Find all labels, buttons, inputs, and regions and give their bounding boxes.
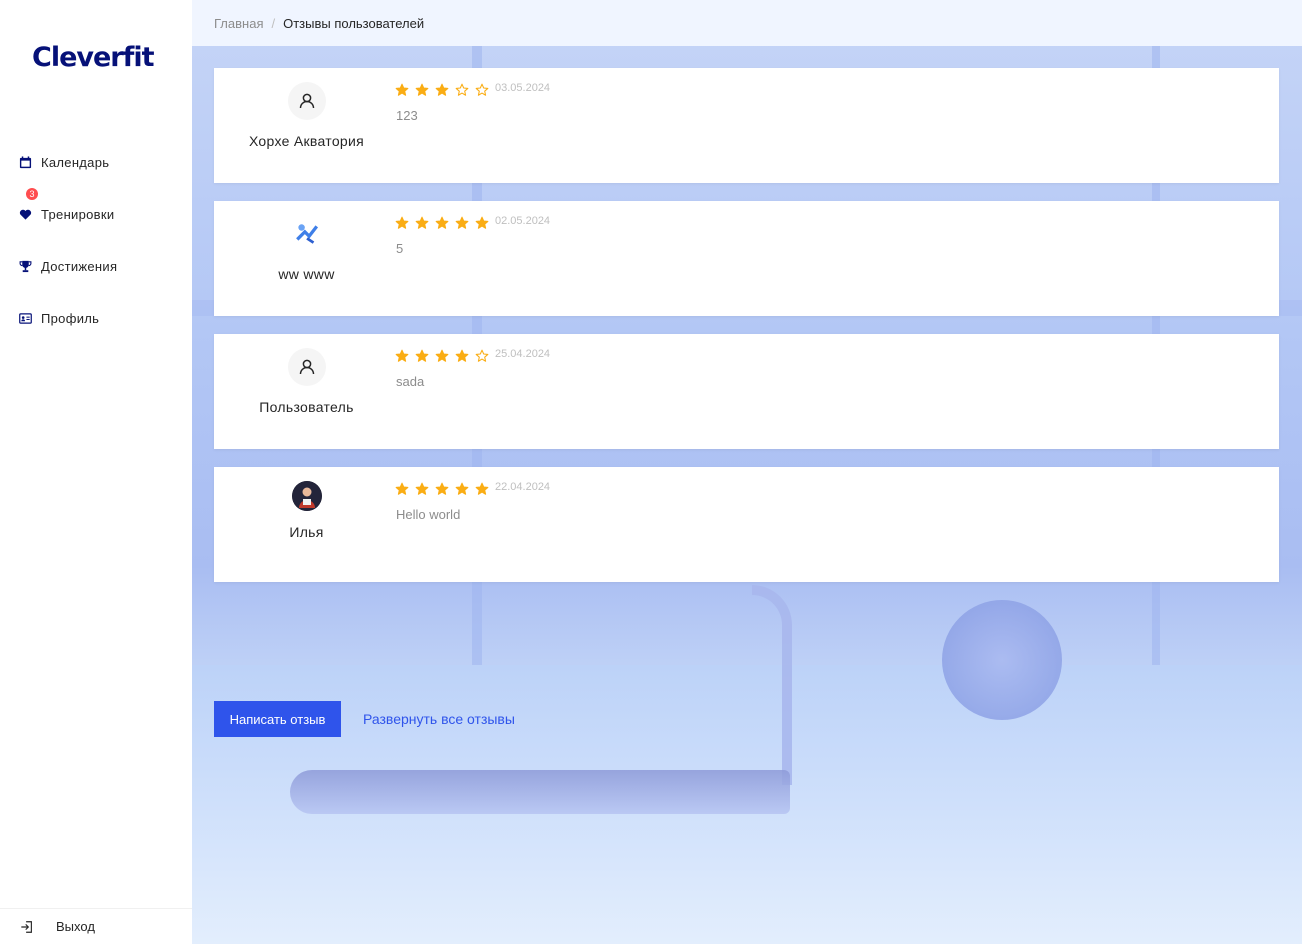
star-filled-icon xyxy=(435,482,449,495)
star-filled-icon xyxy=(435,83,449,96)
star-rating xyxy=(395,348,495,363)
review-author-name: Хорхе Акватория xyxy=(248,133,365,149)
sidebar-item-label: Профиль xyxy=(41,310,100,326)
star-filled-icon xyxy=(455,216,469,229)
idcard-icon xyxy=(18,311,32,325)
sidebar-item-label: Тренировки xyxy=(41,206,115,222)
review-author: Пользователь xyxy=(214,348,399,416)
star-filled-icon xyxy=(395,482,409,495)
review-actions: Написать отзыв Развернуть все отзывы xyxy=(214,701,515,737)
user-icon xyxy=(287,82,326,120)
review-date: 03.05.2024 xyxy=(495,82,551,94)
review-author: Илья xyxy=(214,481,399,541)
sidebar-nav: Календарь Тренировки 3 Достижения Профил… xyxy=(0,136,192,344)
sidebar-item-calendar[interactable]: Календарь xyxy=(0,136,192,188)
sidebar-item-label: Календарь xyxy=(41,154,110,170)
trophy-icon xyxy=(18,259,32,273)
breadcrumb-current: Отзывы пользователей xyxy=(283,15,425,31)
review-author-name: Пользователь xyxy=(259,399,354,415)
logout-button[interactable]: Выход xyxy=(0,908,192,944)
custom-avatar-icon xyxy=(288,215,326,253)
user-icon xyxy=(287,348,326,386)
review-author: ww www xyxy=(214,215,399,283)
heart-icon xyxy=(18,207,32,221)
review-date: 02.05.2024 xyxy=(495,215,551,227)
main-content: Главная / Отзывы пользователей Хорхе Акв… xyxy=(192,0,1302,944)
star-rating xyxy=(395,215,495,230)
sidebar-item-achievements[interactable]: Достижения xyxy=(0,240,192,292)
review-rating: 25.04.2024 xyxy=(395,348,550,363)
star-filled-icon xyxy=(475,482,489,495)
write-review-button[interactable]: Написать отзыв xyxy=(214,701,341,737)
sidebar-item-label: Достижения xyxy=(41,258,118,274)
review-rating: 02.05.2024 xyxy=(395,215,550,230)
review-text: sada xyxy=(396,374,425,389)
review-text: 123 xyxy=(396,108,418,123)
background-treadmill-belt xyxy=(290,770,790,814)
star-filled-icon xyxy=(455,482,469,495)
notification-badge: 3 xyxy=(26,188,38,200)
star-rating xyxy=(395,481,495,496)
review-text: 5 xyxy=(396,241,404,256)
star-filled-icon xyxy=(395,83,409,96)
sidebar: Cleverfit Календарь Тренировки 3 Достиже… xyxy=(0,0,192,944)
reviews-list: Хорхе Акватория 03.05.2024 123 ww www 02… xyxy=(214,68,1279,600)
review-date: 22.04.2024 xyxy=(495,481,551,493)
calendar-icon xyxy=(18,155,32,169)
logout-icon xyxy=(20,920,36,934)
background-treadmill xyxy=(752,585,792,785)
star-filled-icon xyxy=(415,83,429,96)
star-filled-icon xyxy=(455,349,469,362)
star-filled-icon xyxy=(475,216,489,229)
star-empty-icon xyxy=(475,83,489,96)
star-empty-icon xyxy=(475,349,489,362)
review-rating: 22.04.2024 xyxy=(395,481,550,496)
review-card: ww www 02.05.2024 5 xyxy=(214,201,1279,316)
review-date: 25.04.2024 xyxy=(495,348,551,360)
star-filled-icon xyxy=(395,349,409,362)
breadcrumb-separator: / xyxy=(271,15,276,31)
star-filled-icon xyxy=(435,349,449,362)
expand-all-reviews-button[interactable]: Развернуть все отзывы xyxy=(363,711,515,727)
star-filled-icon xyxy=(415,482,429,495)
background-bike xyxy=(942,600,1062,720)
photo-avatar xyxy=(291,481,322,511)
review-author-name: Илья xyxy=(289,524,324,540)
breadcrumb-home[interactable]: Главная xyxy=(214,16,263,31)
review-card: Илья 22.04.2024 Hello world xyxy=(214,467,1279,582)
star-filled-icon xyxy=(415,349,429,362)
review-card: Пользователь 25.04.2024 sada xyxy=(214,334,1279,449)
review-author: Хорхе Акватория xyxy=(214,82,399,150)
star-filled-icon xyxy=(395,216,409,229)
review-card: Хорхе Акватория 03.05.2024 123 xyxy=(214,68,1279,183)
star-filled-icon xyxy=(415,216,429,229)
review-text: Hello world xyxy=(396,507,461,522)
review-author-name: ww www xyxy=(278,266,335,282)
review-rating: 03.05.2024 xyxy=(395,82,550,97)
star-empty-icon xyxy=(455,83,469,96)
star-filled-icon xyxy=(435,216,449,229)
star-rating xyxy=(395,82,495,97)
logout-label: Выход xyxy=(56,919,95,934)
breadcrumb: Главная / Отзывы пользователей xyxy=(192,0,1302,46)
sidebar-item-profile[interactable]: Профиль xyxy=(0,292,192,344)
app-logo[interactable]: Cleverfit xyxy=(32,42,155,73)
